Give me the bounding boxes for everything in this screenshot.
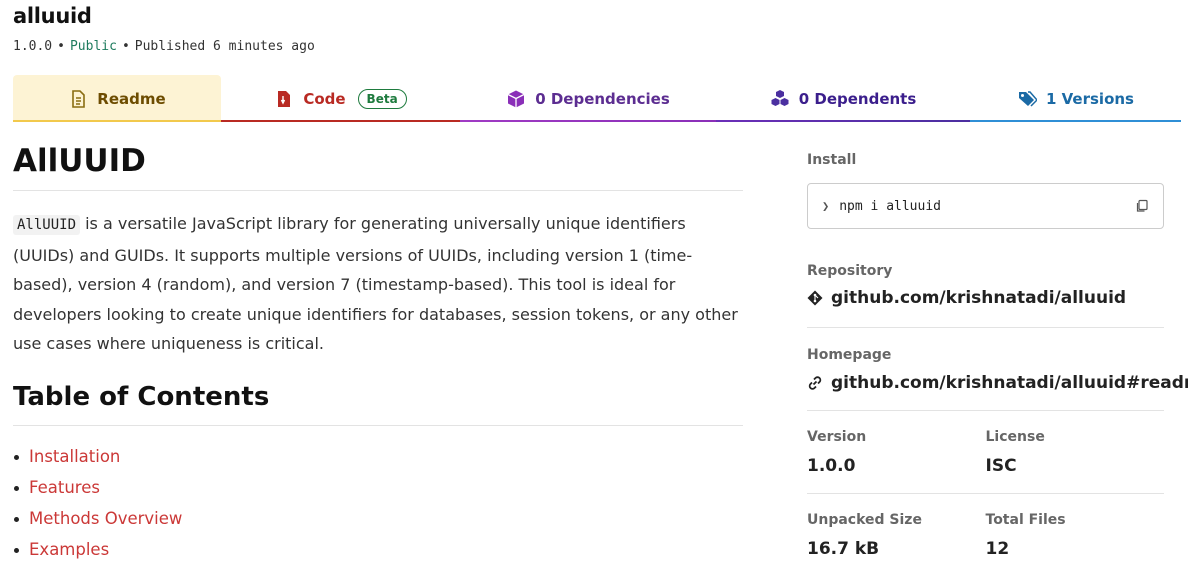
unpacked-size-label: Unpacked Size [807, 512, 922, 528]
package-name: alluuid [13, 4, 92, 28]
tab-underline [221, 120, 460, 122]
homepage-label: Homepage [807, 347, 892, 363]
tab-versions-label: 1 Versions [1045, 89, 1134, 108]
package-version: 1.0.0 [13, 39, 53, 54]
unpacked-size-value: 16.7 kB [807, 539, 880, 559]
readme-title: AllUUID [13, 141, 743, 191]
tab-code-label: Code [303, 89, 346, 108]
package-visibility: Public [69, 39, 117, 54]
list-item: Features [13, 472, 743, 503]
prompt-icon: ❯ [822, 199, 830, 213]
tab-underline [460, 120, 716, 122]
homepage-url: github.com/krishnatadi/alluuid#readme [831, 373, 1188, 393]
package-tabs: Readme Code Beta 0 Dependencies 0 Depend… [13, 75, 1181, 122]
readme-intro: AllUUID is a versatile JavaScript librar… [13, 209, 743, 359]
link-icon [807, 375, 823, 391]
package-header: alluuid 1.0.0 • Public • Published 6 minutes… [13, 2, 315, 55]
homepage-section: Homepage github.com/krishnatadi/alluuid#… [807, 345, 1188, 411]
beta-badge: Beta [357, 88, 407, 109]
tab-code[interactable]: Code Beta [221, 75, 460, 122]
homepage-link[interactable]: github.com/krishnatadi/alluuid#readme [807, 372, 1188, 394]
toc-link-examples[interactable]: Examples [29, 540, 109, 559]
copy-icon[interactable] [1135, 199, 1149, 213]
inline-code: AllUUID [13, 215, 81, 235]
package-meta: 1.0.0 • Public • Published 6 minutes ago [13, 39, 315, 55]
tab-versions[interactable]: 1 Versions [970, 75, 1181, 122]
total-files-value: 12 [985, 539, 1010, 559]
tab-readme[interactable]: Readme [13, 75, 221, 122]
version-label: Version [807, 429, 867, 445]
tags-icon [1017, 89, 1037, 109]
total-files-label: Total Files [985, 512, 1066, 528]
toc-link-methods-overview[interactable]: Methods Overview [29, 509, 182, 528]
size-files-section: Unpacked Size 16.7 kB Total Files 12 [807, 510, 1164, 560]
tab-dependents[interactable]: 0 Dependents [716, 75, 970, 122]
document-icon [68, 89, 88, 109]
list-item: Examples [13, 534, 743, 565]
git-icon [807, 290, 823, 306]
meta-separator: • [57, 39, 65, 54]
toc-link-features[interactable]: Features [29, 478, 100, 497]
version-value: 1.0.0 [807, 456, 856, 476]
license-label: License [985, 429, 1045, 445]
version-license-section: Version 1.0.0 License ISC [807, 427, 1164, 494]
repository-section: Repository github.com/krishnatadi/alluui… [807, 261, 1164, 328]
install-label: Install [807, 152, 857, 168]
toc-heading: Table of Contents [13, 379, 743, 426]
repository-label: Repository [807, 263, 893, 279]
install-section: Install ❯ npm i alluuid [807, 150, 1164, 229]
version-column: Version 1.0.0 [807, 427, 986, 477]
toc-link-installation[interactable]: Installation [29, 447, 120, 466]
readme-content: AllUUID AllUUID is a versatile JavaScrip… [13, 141, 743, 565]
boxes-icon [770, 89, 790, 109]
meta-separator: • [121, 39, 130, 54]
total-files-column: Total Files 12 [986, 510, 1165, 560]
unpacked-size-column: Unpacked Size 16.7 kB [807, 510, 986, 560]
sidebar: Install ❯ npm i alluuid Repository githu… [807, 150, 1188, 560]
tab-dependents-label: 0 Dependents [798, 89, 917, 108]
tab-dependencies[interactable]: 0 Dependencies [460, 75, 716, 122]
repository-link[interactable]: github.com/krishnatadi/alluuid [807, 287, 1164, 309]
license-column: License ISC [986, 427, 1165, 477]
install-command[interactable]: npm i alluuid [839, 199, 1135, 214]
list-item: Installation [13, 441, 743, 472]
tab-underline [13, 120, 221, 122]
tab-readme-label: Readme [97, 89, 166, 108]
list-item: Methods Overview [13, 503, 743, 534]
repository-url: github.com/krishnatadi/alluuid [831, 288, 1127, 308]
license-value: ISC [985, 456, 1017, 476]
toc-list: Installation Features Methods Overview E… [13, 441, 743, 565]
install-command-box[interactable]: ❯ npm i alluuid [807, 183, 1164, 229]
package-published: Published 6 minutes ago [134, 39, 315, 54]
box-icon [506, 89, 526, 109]
tab-underline [970, 120, 1181, 122]
code-file-icon [274, 89, 294, 109]
tab-underline [716, 120, 970, 122]
readme-intro-text: is a versatile JavaScript library for ge… [13, 214, 738, 353]
tab-dependencies-label: 0 Dependencies [535, 89, 670, 108]
